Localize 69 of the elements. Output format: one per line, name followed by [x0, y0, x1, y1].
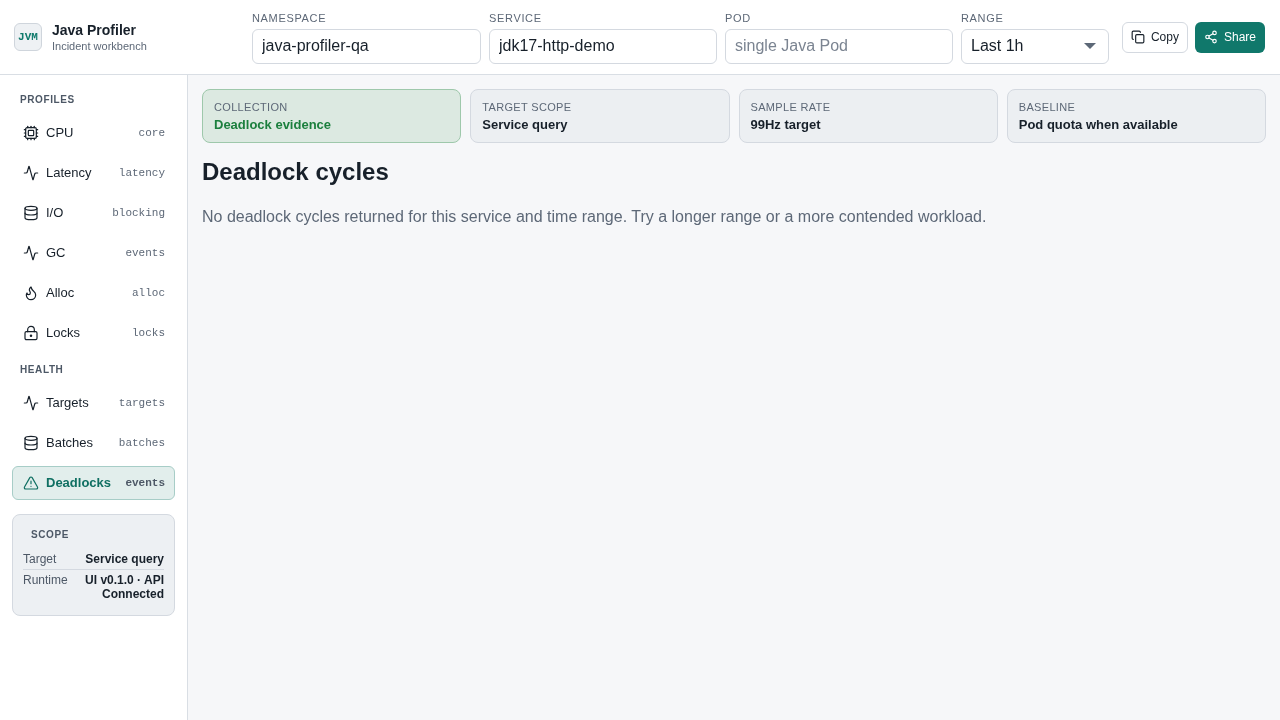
sidebar-item-tag: batches [118, 434, 165, 452]
sidebar-item-label: I/O [46, 204, 64, 223]
share-icon [1203, 30, 1218, 44]
sidebar-item[interactable]: Latency latency [12, 156, 175, 190]
pulse-icon [23, 395, 39, 411]
card-label: COLLECTION [214, 99, 289, 114]
pulse-icon [23, 245, 39, 261]
sidebar-item[interactable]: Alloc alloc [12, 276, 175, 310]
empty-message: No deadlock cycles returned for this service and time range. Try a longer range or a more contended workload. [202, 207, 988, 227]
sidebar-item-tag: targets [118, 394, 165, 412]
sidebar-item[interactable]: Deadlocks events [12, 466, 175, 500]
sidebar-item-label: Batches [46, 434, 93, 453]
sidebar-item-tag: blocking [112, 204, 165, 222]
scope-label: Runtime [23, 573, 68, 587]
text-field[interactable]: java-profiler-qa [252, 28, 481, 64]
field-label: RANGE [961, 10, 1005, 25]
card-label: TARGET SCOPE [482, 99, 573, 114]
sidebar-item-tag: latency [118, 164, 165, 182]
card-value: Service query [482, 116, 569, 133]
field-label: NAMESPACE [252, 10, 328, 25]
sidebar-item-label: Deadlocks [46, 474, 112, 493]
cpu-icon [23, 125, 39, 141]
copy-icon [1130, 30, 1145, 44]
scope-value: Service query [84, 552, 164, 566]
section-heading: PROFILES [19, 94, 76, 106]
sidebar-item-tag: events [125, 474, 165, 492]
pulse-icon [23, 165, 39, 181]
sidebar-item[interactable]: Batches batches [12, 426, 175, 460]
field-label: SERVICE [489, 10, 543, 25]
sidebar-item-label: Alloc [46, 284, 75, 303]
app-title: Java Profiler [52, 21, 138, 39]
card-value: 99Hz target [750, 116, 822, 133]
lock-icon [23, 325, 39, 341]
card-value: Pod quota when available [1018, 116, 1179, 133]
card-label: SAMPLE RATE [750, 99, 832, 114]
sidebar-item-tag: core [138, 124, 165, 142]
sidebar-item-label: Latency [46, 164, 92, 183]
scope-value: UI v0.1.0 · API Connected [84, 573, 164, 601]
sidebar-item-tag: alloc [132, 284, 165, 302]
field-label: POD [725, 10, 752, 25]
warning-icon [23, 475, 39, 491]
flame-icon [23, 285, 39, 301]
sidebar-item[interactable]: GC events [12, 236, 175, 270]
share-button[interactable]: Share [1194, 21, 1265, 53]
sidebar-item[interactable]: CPU core [12, 116, 175, 150]
scope-heading: SCOPE [30, 529, 70, 541]
sidebar-item-tag: events [125, 244, 165, 262]
app-subtitle: Incident workbench [52, 39, 147, 53]
sidebar-item-label: Targets [46, 394, 89, 413]
scope-label: Target [23, 552, 57, 566]
sidebar-item-label: Locks [46, 324, 80, 343]
page-heading: Deadlock cycles [202, 157, 390, 187]
sidebar-item[interactable]: Targets targets [12, 386, 175, 420]
sidebar-item-label: GC [46, 244, 66, 263]
text-field[interactable]: single Java Pod [725, 28, 953, 64]
logo-tile: JVM [14, 23, 42, 51]
sidebar-item[interactable]: Locks locks [12, 316, 175, 350]
section-heading: HEALTH [19, 364, 65, 376]
database-icon [23, 205, 39, 221]
caret-icon [1084, 43, 1096, 49]
database-icon [23, 435, 39, 451]
text-field[interactable]: jdk17-http-demo [489, 28, 717, 64]
card-value: Deadlock evidence [214, 116, 333, 133]
sidebar-item[interactable]: I/O blocking [12, 196, 175, 230]
sidebar-item-label: CPU [46, 124, 74, 143]
range-select[interactable]: Last 1h [961, 28, 1109, 64]
card-label: BASELINE [1018, 99, 1077, 114]
copy-button[interactable]: Copy [1121, 21, 1188, 53]
sidebar-item-tag: locks [132, 324, 165, 342]
